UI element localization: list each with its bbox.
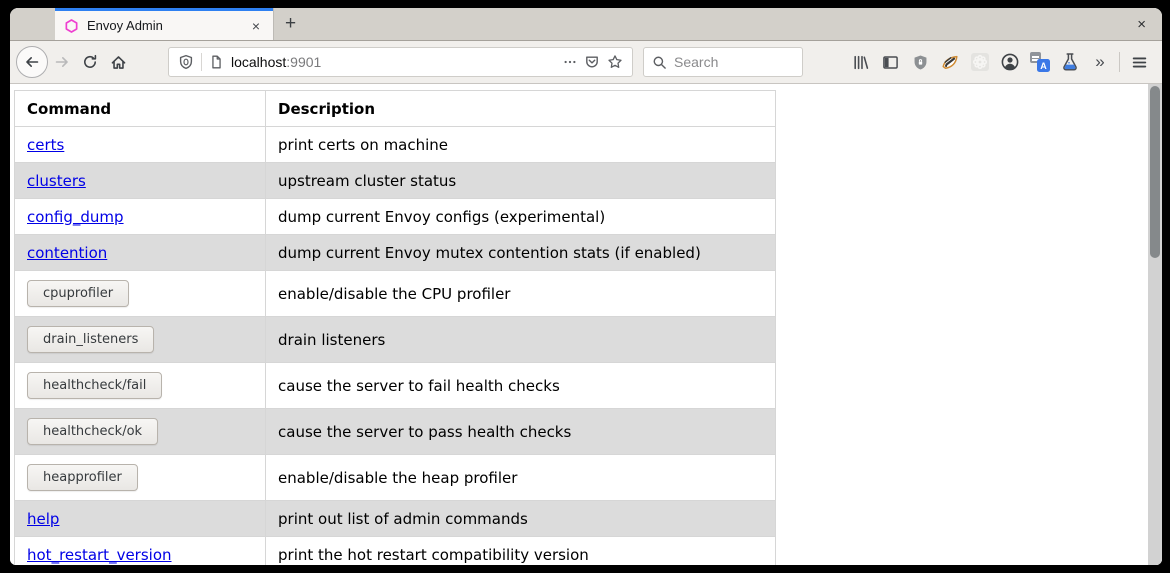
table-row: heapprofiler enable/disable the heap pro… bbox=[15, 455, 776, 501]
table-row: cpuprofiler enable/disable the CPU profi… bbox=[15, 271, 776, 317]
bookmark-star-icon[interactable] bbox=[607, 54, 623, 70]
flask-extension-button[interactable] bbox=[1055, 48, 1085, 76]
browser-window: Envoy Admin × + × bbox=[10, 8, 1162, 565]
new-tab-button[interactable]: + bbox=[273, 8, 307, 40]
privacy-badger-button[interactable] bbox=[935, 48, 965, 76]
extension-shield-button[interactable] bbox=[905, 48, 935, 76]
table-row: certs print certs on machine bbox=[15, 127, 776, 163]
description-cell: dump current Envoy configs (experimental… bbox=[266, 199, 776, 235]
command-button-cpuprofiler[interactable]: cpuprofiler bbox=[27, 280, 129, 307]
account-button[interactable] bbox=[995, 48, 1025, 76]
command-link-certs[interactable]: certs bbox=[27, 136, 64, 154]
disabled-extension-button[interactable] bbox=[965, 48, 995, 76]
menu-button[interactable] bbox=[1124, 48, 1154, 76]
search-bar bbox=[643, 47, 803, 77]
disabled-extension-icon bbox=[970, 52, 990, 72]
table-row: healthcheck/ok cause the server to pass … bbox=[15, 409, 776, 455]
library-icon bbox=[852, 54, 869, 71]
tracking-protection-shield-icon[interactable] bbox=[178, 54, 194, 70]
description-cell: print out list of admin commands bbox=[266, 501, 776, 537]
tab-bar: Envoy Admin × + × bbox=[10, 8, 1162, 41]
scrollbar-thumb[interactable] bbox=[1150, 86, 1160, 258]
sidebar-toggle-button[interactable] bbox=[875, 48, 905, 76]
back-button[interactable] bbox=[16, 46, 48, 78]
description-cell: cause the server to pass health checks bbox=[266, 409, 776, 455]
admin-commands-table: Command Description certs print certs on… bbox=[14, 90, 776, 565]
url-host: localhost bbox=[231, 54, 286, 70]
translate-extension-button[interactable]: A bbox=[1025, 48, 1055, 76]
column-header-command: Command bbox=[15, 91, 266, 127]
account-icon bbox=[1000, 52, 1020, 72]
navigation-toolbar: localhost:9901 bbox=[10, 41, 1162, 84]
description-cell: dump current Envoy mutex contention stat… bbox=[266, 235, 776, 271]
page-info-icon[interactable] bbox=[209, 54, 224, 70]
description-cell: cause the server to fail health checks bbox=[266, 363, 776, 409]
search-input[interactable] bbox=[674, 54, 794, 70]
tab-title: Envoy Admin bbox=[87, 18, 240, 33]
table-row: healthcheck/fail cause the server to fai… bbox=[15, 363, 776, 409]
refresh-icon bbox=[82, 54, 98, 70]
command-link-contention[interactable]: contention bbox=[27, 244, 107, 262]
page-content: Command Description certs print certs on… bbox=[10, 84, 1162, 565]
hamburger-menu-icon bbox=[1131, 54, 1148, 71]
command-button-heapprofiler[interactable]: heapprofiler bbox=[27, 464, 138, 491]
sidebar-icon bbox=[882, 54, 899, 71]
command-link-hot-restart-version[interactable]: hot_restart_version bbox=[27, 546, 172, 564]
url-text[interactable]: localhost:9901 bbox=[231, 54, 556, 70]
envoy-favicon-icon bbox=[64, 18, 79, 34]
table-row: config_dump dump current Envoy configs (… bbox=[15, 199, 776, 235]
home-icon bbox=[110, 54, 127, 71]
back-icon bbox=[24, 54, 40, 70]
window-close-button[interactable]: × bbox=[1121, 16, 1162, 33]
table-row: drain_listeners drain listeners bbox=[15, 317, 776, 363]
description-cell: upstream cluster status bbox=[266, 163, 776, 199]
description-cell: print certs on machine bbox=[266, 127, 776, 163]
search-icon bbox=[652, 55, 667, 70]
library-button[interactable] bbox=[845, 48, 875, 76]
column-header-description: Description bbox=[266, 91, 776, 127]
forward-button[interactable] bbox=[48, 48, 76, 76]
pocket-icon[interactable] bbox=[584, 54, 600, 70]
url-bar[interactable]: localhost:9901 bbox=[168, 47, 633, 77]
screenshot-background: Envoy Admin × + × bbox=[0, 0, 1170, 573]
command-link-config-dump[interactable]: config_dump bbox=[27, 208, 124, 226]
home-button[interactable] bbox=[104, 48, 132, 76]
command-button-drain-listeners[interactable]: drain_listeners bbox=[27, 326, 154, 353]
description-cell: enable/disable the CPU profiler bbox=[266, 271, 776, 317]
table-row: contention dump current Envoy mutex cont… bbox=[15, 235, 776, 271]
urlbar-divider bbox=[201, 53, 202, 71]
translate-icon: A bbox=[1030, 52, 1050, 72]
tab-close-icon[interactable]: × bbox=[248, 17, 264, 35]
table-row: help print out list of admin commands bbox=[15, 501, 776, 537]
overflow-chevron-icon: » bbox=[1095, 52, 1104, 72]
privacy-badger-icon bbox=[940, 52, 960, 72]
command-button-healthcheck-fail[interactable]: healthcheck/fail bbox=[27, 372, 162, 399]
refresh-button[interactable] bbox=[76, 48, 104, 76]
forward-icon bbox=[54, 54, 70, 70]
flask-icon bbox=[1060, 52, 1080, 72]
toolbar-icons: A » bbox=[845, 48, 1154, 76]
command-button-healthcheck-ok[interactable]: healthcheck/ok bbox=[27, 418, 158, 445]
table-row: hot_restart_version print the hot restar… bbox=[15, 537, 776, 566]
shield-lock-icon bbox=[912, 54, 929, 71]
overflow-button[interactable]: » bbox=[1085, 48, 1115, 76]
tab-envoy-admin[interactable]: Envoy Admin × bbox=[55, 8, 273, 40]
description-cell: print the hot restart compatibility vers… bbox=[266, 537, 776, 566]
page-scrollbar[interactable] bbox=[1148, 84, 1162, 565]
page-actions-icon[interactable] bbox=[563, 55, 577, 69]
toolbar-divider bbox=[1119, 52, 1120, 72]
command-link-help[interactable]: help bbox=[27, 510, 59, 528]
table-row: clusters upstream cluster status bbox=[15, 163, 776, 199]
table-header-row: Command Description bbox=[15, 91, 776, 127]
description-cell: enable/disable the heap profiler bbox=[266, 455, 776, 501]
description-cell: drain listeners bbox=[266, 317, 776, 363]
command-link-clusters[interactable]: clusters bbox=[27, 172, 86, 190]
url-port: :9901 bbox=[286, 54, 321, 70]
